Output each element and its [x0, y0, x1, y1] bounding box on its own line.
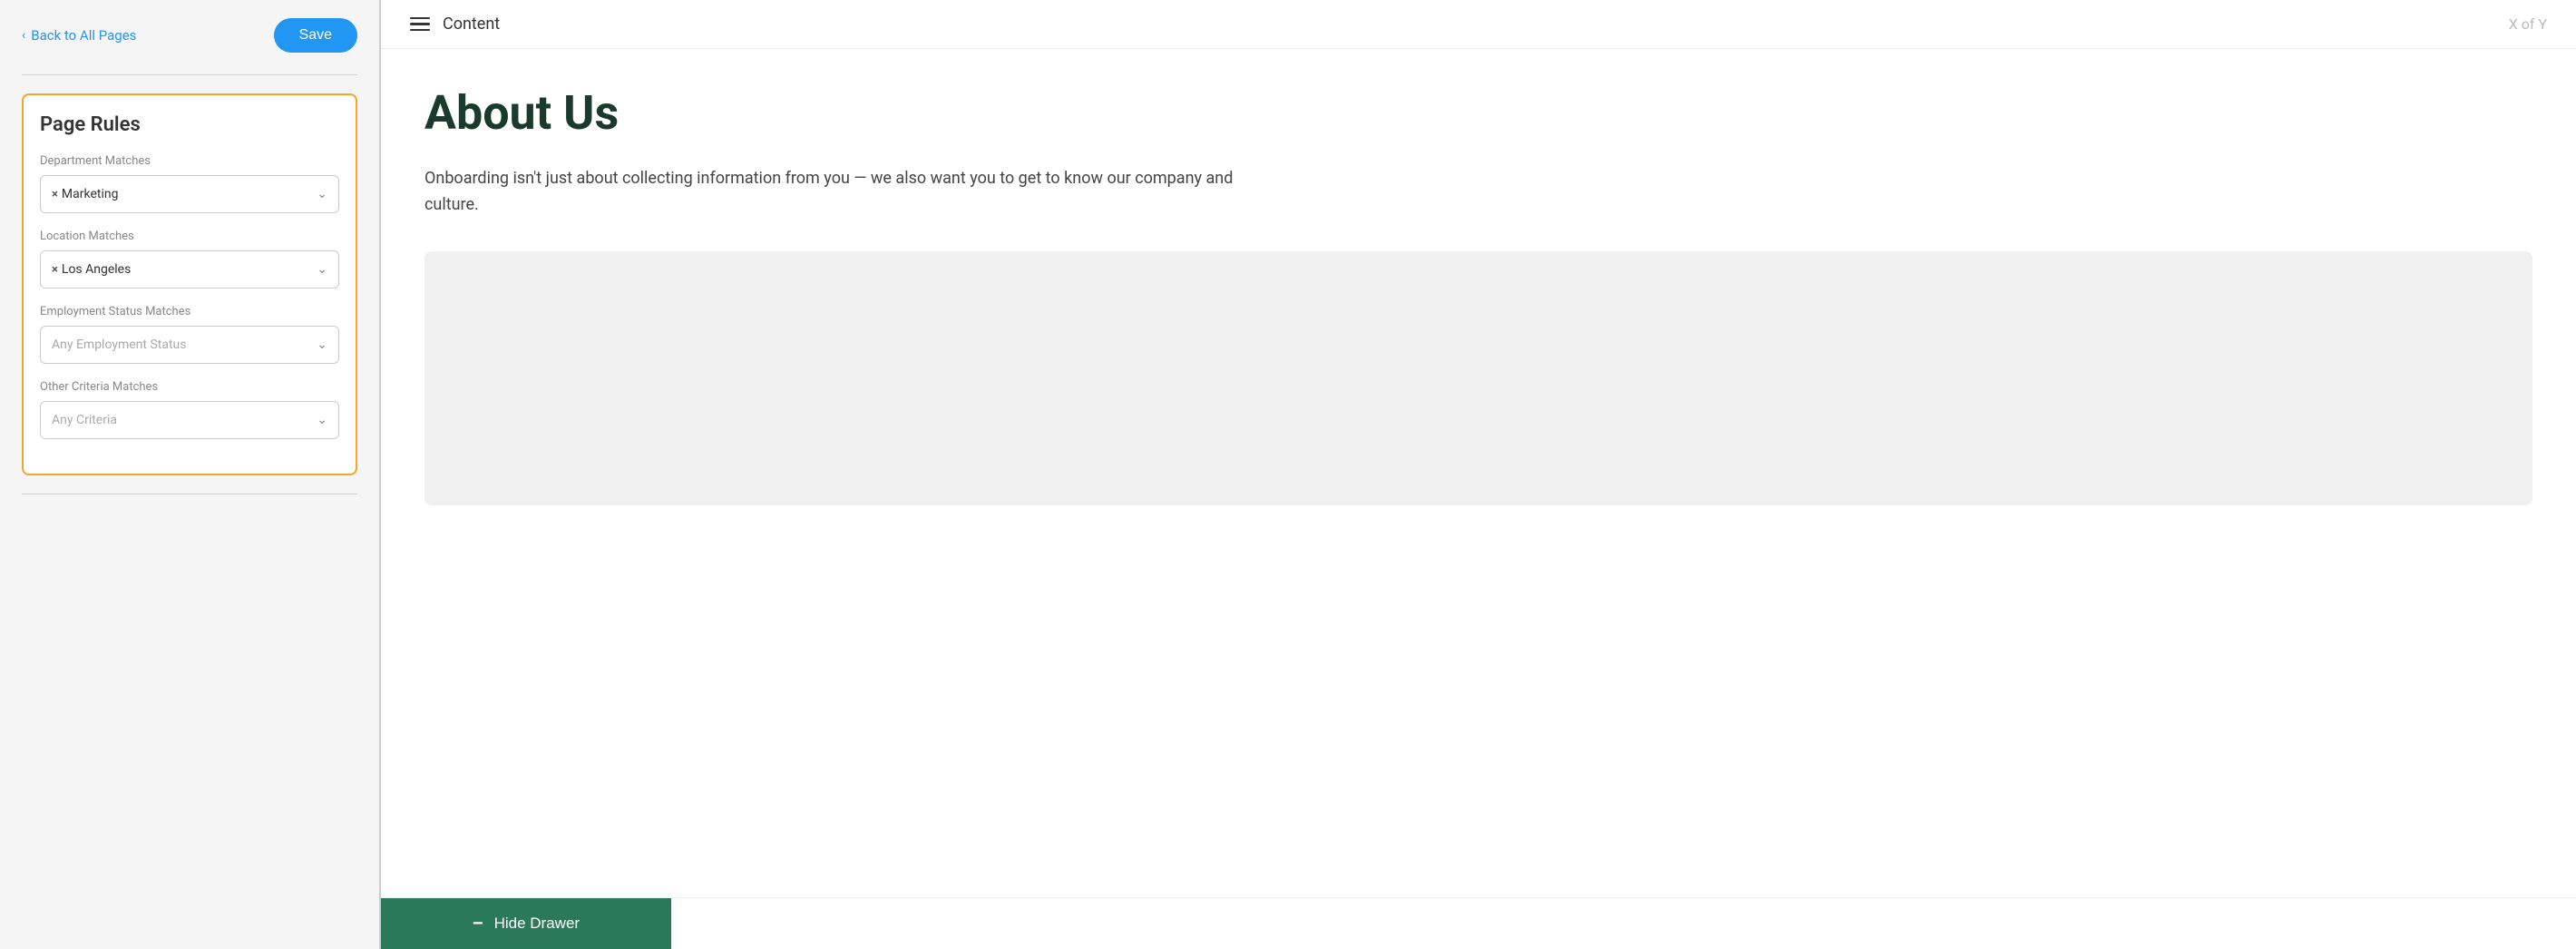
page-description: Onboarding isn't just about collecting i… [424, 166, 1241, 219]
hamburger-line-1 [410, 17, 430, 20]
department-tag-remove[interactable]: × [52, 188, 58, 201]
chevron-left-icon: ‹ [22, 28, 25, 43]
sidebar: ‹ Back to All Pages Save Page Rules Depa… [0, 0, 381, 949]
back-to-all-pages-link[interactable]: ‹ Back to All Pages [22, 27, 136, 44]
employment-status-section: Employment Status Matches Any Employment… [40, 305, 339, 364]
location-tag: × Los Angeles [52, 262, 131, 277]
main-content: Content X of Y About Us Onboarding isn't… [381, 0, 2576, 949]
other-criteria-chevron-down-icon: ⌄ [317, 413, 327, 427]
sidebar-header: ‹ Back to All Pages Save [22, 18, 357, 53]
employment-status-select[interactable]: Any Employment Status ⌄ [40, 326, 339, 364]
location-tag-remove[interactable]: × [52, 263, 58, 277]
location-tag-value: Los Angeles [62, 262, 131, 277]
hamburger-icon [410, 17, 430, 32]
page-rules-title: Page Rules [40, 113, 339, 136]
content-nav[interactable]: Content [410, 15, 500, 34]
location-select[interactable]: × Los Angeles ⌄ [40, 250, 339, 289]
department-chevron-down-icon: ⌄ [317, 187, 327, 201]
minus-icon: − [473, 915, 483, 933]
header-divider [22, 74, 357, 75]
pagination-label: X of Y [2509, 15, 2547, 33]
location-section: Location Matches × Los Angeles ⌄ [40, 230, 339, 289]
hide-drawer-button[interactable]: − Hide Drawer [381, 898, 671, 949]
other-criteria-select-inner: Any Criteria [52, 413, 313, 427]
bottom-bar: − Hide Drawer [381, 897, 2576, 949]
location-chevron-down-icon: ⌄ [317, 262, 327, 277]
department-label: Department Matches [40, 154, 339, 168]
hide-drawer-label: Hide Drawer [494, 915, 580, 933]
department-select[interactable]: × Marketing ⌄ [40, 175, 339, 213]
content-label: Content [443, 15, 500, 34]
back-link-label: Back to All Pages [31, 27, 136, 44]
other-criteria-section: Other Criteria Matches Any Criteria ⌄ [40, 380, 339, 439]
employment-status-placeholder: Any Employment Status [52, 338, 186, 352]
location-label: Location Matches [40, 230, 339, 243]
other-criteria-select[interactable]: Any Criteria ⌄ [40, 401, 339, 439]
page-title: About Us [424, 85, 2532, 141]
hamburger-line-3 [410, 29, 430, 32]
top-bar: Content X of Y [381, 0, 2576, 49]
other-criteria-placeholder: Any Criteria [52, 413, 117, 427]
hamburger-line-2 [410, 23, 430, 25]
employment-status-select-inner: Any Employment Status [52, 338, 313, 352]
content-placeholder [424, 251, 2532, 505]
save-button[interactable]: Save [274, 18, 357, 53]
department-section: Department Matches × Marketing ⌄ [40, 154, 339, 213]
page-rules-box: Page Rules Department Matches × Marketin… [22, 93, 357, 475]
page-body: About Us Onboarding isn't just about col… [381, 49, 2576, 897]
employment-status-chevron-down-icon: ⌄ [317, 338, 327, 352]
department-tag-value: Marketing [62, 187, 119, 201]
department-tag: × Marketing [52, 187, 118, 201]
other-criteria-label: Other Criteria Matches [40, 380, 339, 394]
department-select-inner: × Marketing [52, 187, 313, 201]
location-select-inner: × Los Angeles [52, 262, 313, 277]
employment-status-label: Employment Status Matches [40, 305, 339, 318]
